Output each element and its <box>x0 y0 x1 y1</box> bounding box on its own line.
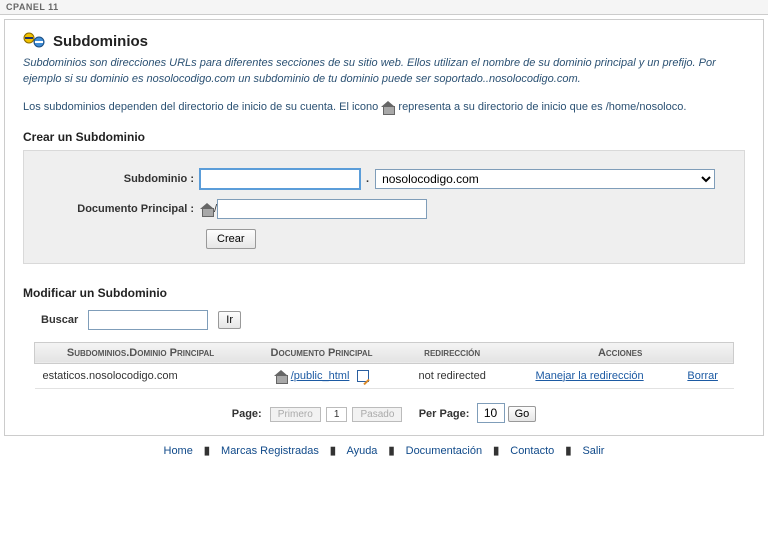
page-title: Subdominios <box>53 33 148 50</box>
search-label: Buscar <box>41 314 78 326</box>
cell-redirect: not redirected <box>397 363 507 388</box>
cell-domain: estaticos.nosolocodigo.com <box>35 363 247 388</box>
titlebar: CPANEL 11 <box>0 0 768 15</box>
table-row: estaticos.nosolocodigo.com /public_html … <box>35 363 734 388</box>
docroot-input[interactable] <box>217 199 427 219</box>
footer-link[interactable]: Home <box>164 445 193 457</box>
cell-docroot: /public_html <box>246 363 397 388</box>
subdomain-icon <box>23 32 47 50</box>
create-heading: Crear un Subdominio <box>23 130 745 144</box>
delete-link[interactable]: Borrar <box>687 370 718 382</box>
footer-link[interactable]: Ayuda <box>346 445 377 457</box>
footer-link[interactable]: Contacto <box>510 445 554 457</box>
subdomain-table: Subdominios.Dominio Principal Documento … <box>34 342 734 389</box>
docroot-link[interactable]: /public_html <box>291 370 350 382</box>
footer-link[interactable]: Documentación <box>406 445 482 457</box>
footer-link[interactable]: Marcas Registradas <box>221 445 319 457</box>
domain-select[interactable]: nosolocodigo.com <box>375 169 715 189</box>
intro-paragraph-1: Subdominios son direcciones URLs para di… <box>23 56 745 88</box>
dot-separator: . <box>366 173 369 185</box>
perpage-go-button[interactable]: Go <box>508 406 537 422</box>
pager-current[interactable]: 1 <box>326 407 348 422</box>
modify-heading: Modificar un Subdominio <box>23 286 745 300</box>
search-go-button[interactable]: Ir <box>218 311 241 329</box>
create-button[interactable]: Crear <box>206 229 256 249</box>
subdomain-input[interactable] <box>200 169 360 189</box>
main-panel: Subdominios Subdominios son direcciones … <box>4 19 764 436</box>
footer-nav: Home ▮ Marcas Registradas ▮ Ayuda ▮ Docu… <box>0 444 768 457</box>
pager: Page: Primero 1 Pasado Per Page: Go <box>23 403 745 423</box>
edit-icon[interactable] <box>357 370 369 382</box>
col-redirect: redirección <box>397 342 507 363</box>
col-docroot: Documento Principal <box>246 342 397 363</box>
subdomain-label: Subdominio : <box>40 173 200 185</box>
search-input[interactable] <box>88 310 208 330</box>
footer-link[interactable]: Salir <box>582 445 604 457</box>
create-form: Subdominio : . nosolocodigo.com Document… <box>23 150 745 264</box>
page-label: Page: <box>232 408 262 420</box>
docroot-label: Documento Principal : <box>40 203 200 215</box>
col-domain: Subdominios.Dominio Principal <box>35 342 247 363</box>
home-icon <box>274 370 288 382</box>
perpage-label: Per Page: <box>419 408 470 420</box>
perpage-input[interactable] <box>477 403 505 423</box>
col-actions: Acciones <box>507 342 733 363</box>
manage-redirect-link[interactable]: Manejar la redirección <box>535 370 643 382</box>
pager-passed[interactable]: Pasado <box>352 407 402 422</box>
home-icon <box>381 101 395 113</box>
home-icon <box>200 203 214 215</box>
pager-first[interactable]: Primero <box>270 407 321 422</box>
intro-paragraph-2: Los subdominios dependen del directorio … <box>23 100 745 116</box>
